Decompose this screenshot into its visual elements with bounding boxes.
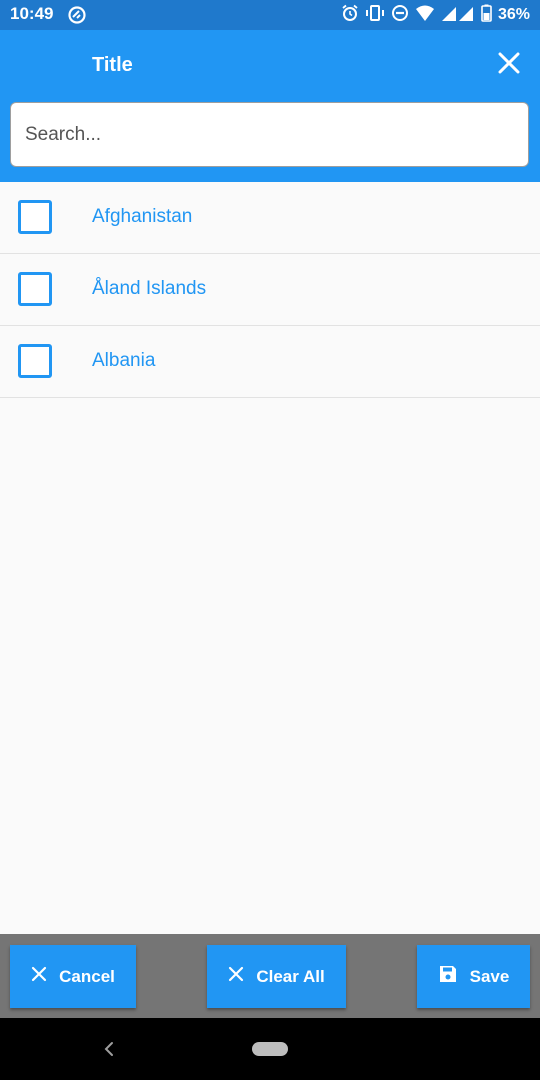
signal-icon — [441, 4, 475, 27]
status-icons: 36% — [341, 4, 530, 27]
close-icon — [228, 966, 244, 987]
save-icon — [438, 964, 458, 989]
battery-icon — [481, 4, 492, 27]
list-item[interactable]: Åland Islands — [0, 254, 540, 326]
list-item[interactable]: Afghanistan — [0, 182, 540, 254]
battery-percent: 36% — [497, 6, 530, 23]
vibrate-icon — [365, 4, 385, 27]
page-title: Title — [92, 54, 133, 76]
cancel-button[interactable]: Cancel — [10, 945, 136, 1008]
checkbox[interactable] — [18, 272, 52, 306]
list-item-label: Åland Islands — [92, 278, 207, 299]
wifi-icon — [415, 4, 435, 27]
app-bar: Title — [0, 30, 540, 182]
cancel-label: Cancel — [59, 966, 115, 986]
close-icon — [498, 52, 520, 79]
save-button[interactable]: Save — [417, 945, 530, 1008]
search-box — [10, 102, 529, 167]
status-time: 10:49 — [10, 4, 54, 23]
app-notification-icon — [68, 6, 86, 29]
clear-all-button[interactable]: Clear All — [207, 945, 346, 1008]
checkbox[interactable] — [18, 344, 52, 378]
bottom-action-bar: Cancel Clear All Save — [0, 934, 540, 1018]
list-item[interactable]: Albania — [0, 326, 540, 398]
alarm-icon — [341, 4, 359, 27]
status-bar: 10:49 36% — [0, 0, 540, 30]
clear-all-label: Clear All — [256, 966, 325, 986]
navigation-bar — [0, 1018, 540, 1080]
checkbox[interactable] — [18, 200, 52, 234]
do-not-disturb-icon — [391, 4, 409, 27]
close-button[interactable] — [494, 50, 524, 80]
save-label: Save — [469, 966, 510, 986]
search-input[interactable] — [25, 121, 505, 149]
home-button[interactable] — [252, 1042, 288, 1056]
close-icon — [31, 966, 47, 987]
back-icon[interactable] — [102, 1040, 116, 1063]
country-list: Afghanistan Åland Islands Albania — [0, 182, 540, 398]
list-item-label: Afghanistan — [92, 206, 193, 227]
list-item-label: Albania — [92, 350, 156, 371]
